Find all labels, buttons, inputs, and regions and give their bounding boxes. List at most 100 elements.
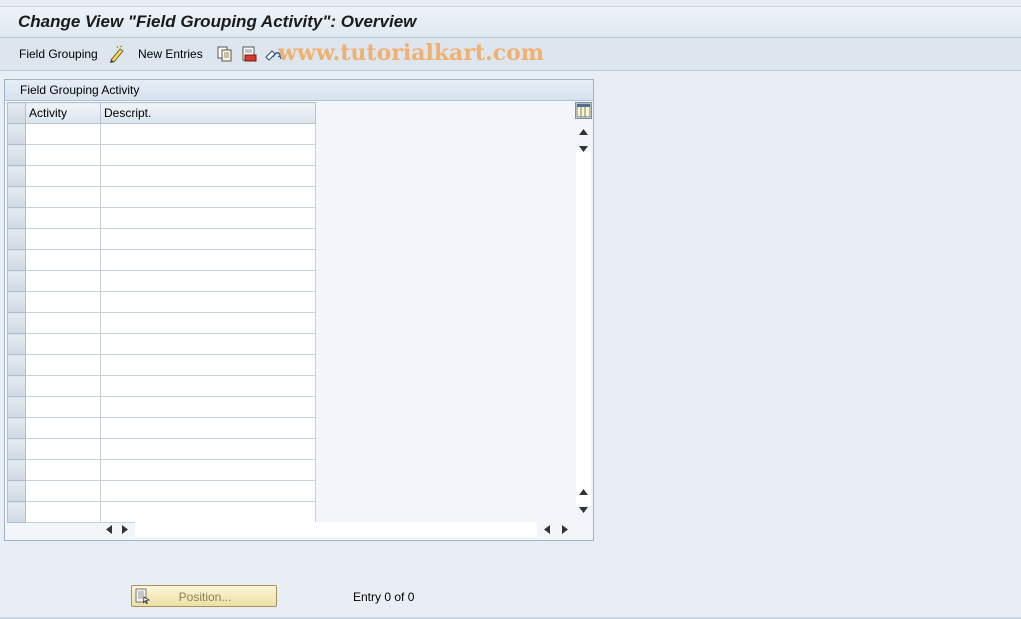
row-selector[interactable]	[7, 396, 26, 418]
row-selector[interactable]	[7, 207, 26, 229]
table-row	[7, 375, 316, 397]
table-row	[7, 480, 316, 502]
header-row: Activity Descript.	[7, 102, 316, 124]
activity-cell[interactable]	[25, 207, 101, 229]
activity-cell[interactable]	[25, 501, 101, 523]
activity-cell[interactable]	[25, 144, 101, 166]
row-selector[interactable]	[7, 123, 26, 145]
description-cell[interactable]	[100, 480, 316, 502]
description-cell[interactable]	[100, 333, 316, 355]
description-cell[interactable]	[100, 186, 316, 208]
table-caption: Field Grouping Activity	[5, 80, 593, 101]
description-cell[interactable]	[100, 501, 316, 523]
activity-cell[interactable]	[25, 249, 101, 271]
scroll-far-right-button[interactable]	[557, 521, 573, 537]
row-selector[interactable]	[7, 333, 26, 355]
activity-cell[interactable]	[25, 396, 101, 418]
table-row	[7, 354, 316, 376]
activity-cell[interactable]	[25, 438, 101, 460]
row-selector[interactable]	[7, 480, 26, 502]
activity-cell[interactable]	[25, 312, 101, 334]
row-selector[interactable]	[7, 186, 26, 208]
column-header-description[interactable]: Descript.	[100, 102, 316, 124]
field-grouping-button[interactable]: Field Grouping	[19, 47, 98, 61]
vertical-scrollbar[interactable]	[575, 102, 592, 520]
table-row	[7, 144, 316, 166]
new-entries-button[interactable]: New Entries	[138, 47, 203, 61]
description-cell[interactable]	[100, 375, 316, 397]
description-cell[interactable]	[100, 459, 316, 481]
activity-cell[interactable]	[25, 354, 101, 376]
description-cell[interactable]	[100, 165, 316, 187]
scroll-up-button[interactable]	[575, 124, 592, 140]
table-row	[7, 291, 316, 313]
activity-cell[interactable]	[25, 291, 101, 313]
table-row	[7, 333, 316, 355]
activity-cell[interactable]	[25, 123, 101, 145]
description-cell[interactable]	[100, 123, 316, 145]
activity-cell[interactable]	[25, 459, 101, 481]
copy-icon[interactable]	[216, 45, 234, 63]
entry-count-text: Entry 0 of 0	[353, 590, 415, 604]
row-selector[interactable]	[7, 291, 26, 313]
position-button[interactable]: Position...	[131, 585, 277, 607]
activity-cell[interactable]	[25, 186, 101, 208]
description-cell[interactable]	[100, 291, 316, 313]
activity-cell[interactable]	[25, 270, 101, 292]
table-row	[7, 249, 316, 271]
row-selector[interactable]	[7, 228, 26, 250]
data-grid: Activity Descript.	[7, 102, 316, 523]
description-cell[interactable]	[100, 396, 316, 418]
table-row	[7, 228, 316, 250]
horizontal-scroll-track[interactable]	[135, 522, 537, 537]
description-cell[interactable]	[100, 417, 316, 439]
horizontal-scrollbar[interactable]	[101, 521, 576, 538]
row-selector[interactable]	[7, 312, 26, 334]
title-bar: Change View "Field Grouping Activity": O…	[0, 6, 1021, 38]
scroll-far-left-button[interactable]	[539, 521, 555, 537]
column-settings-icon[interactable]	[575, 102, 592, 119]
activity-cell[interactable]	[25, 375, 101, 397]
activity-cell[interactable]	[25, 417, 101, 439]
row-selector[interactable]	[7, 270, 26, 292]
activity-cell[interactable]	[25, 228, 101, 250]
description-cell[interactable]	[100, 144, 316, 166]
row-selector[interactable]	[7, 144, 26, 166]
row-selector[interactable]	[7, 249, 26, 271]
select-all-cell[interactable]	[7, 102, 26, 124]
scroll-down-button[interactable]	[575, 502, 592, 518]
activity-cell[interactable]	[25, 165, 101, 187]
position-button-label: Position...	[178, 590, 232, 604]
scroll-left-button[interactable]	[101, 521, 117, 537]
activity-cell[interactable]	[25, 480, 101, 502]
table-row	[7, 396, 316, 418]
row-selector[interactable]	[7, 354, 26, 376]
table-row	[7, 417, 316, 439]
undo-change-icon[interactable]	[264, 45, 282, 63]
row-selector[interactable]	[7, 165, 26, 187]
column-header-activity[interactable]: Activity	[25, 102, 101, 124]
page-down-up-button[interactable]	[575, 484, 592, 500]
description-cell[interactable]	[100, 438, 316, 460]
table-row	[7, 312, 316, 334]
scroll-right-button[interactable]	[117, 521, 133, 537]
table-row	[7, 123, 316, 145]
vertical-scroll-track[interactable]	[576, 152, 591, 506]
activity-cell[interactable]	[25, 333, 101, 355]
table-row	[7, 270, 316, 292]
row-selector[interactable]	[7, 438, 26, 460]
description-cell[interactable]	[100, 228, 316, 250]
description-cell[interactable]	[100, 354, 316, 376]
row-selector[interactable]	[7, 417, 26, 439]
description-cell[interactable]	[100, 249, 316, 271]
display-change-icon[interactable]	[108, 45, 126, 63]
description-cell[interactable]	[100, 312, 316, 334]
description-cell[interactable]	[100, 207, 316, 229]
page-title: Change View "Field Grouping Activity": O…	[18, 12, 417, 31]
description-cell[interactable]	[100, 270, 316, 292]
row-selector[interactable]	[7, 375, 26, 397]
table-row	[7, 207, 316, 229]
row-selector[interactable]	[7, 459, 26, 481]
row-selector[interactable]	[7, 501, 26, 523]
delete-icon[interactable]	[240, 45, 258, 63]
